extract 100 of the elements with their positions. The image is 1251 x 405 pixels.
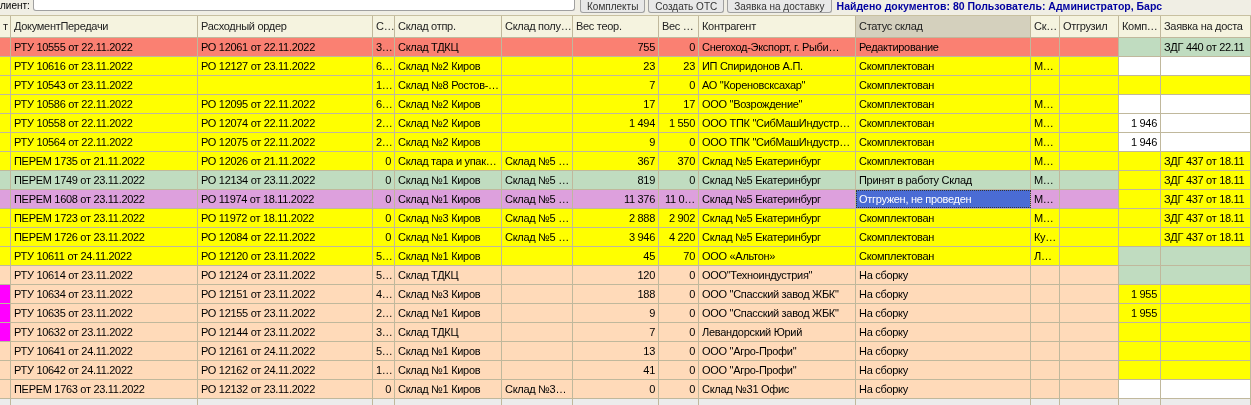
weight-cell: 17 [659,95,699,113]
column-header[interactable]: Расходный ордер [198,16,373,37]
table-row[interactable]: РТУ 10564 от 22.11.2022 РО 12075 от 22.11.2022 2… Склад №2 Киров 9 0 ООО ТПК "СибМашИндустр… Скомплектован М… 1 946 [0,133,1251,152]
table-row[interactable]: ПЕРЕМ 1735 от 21.11.2022 РО 12026 от 21.11.2022 0 Склад тара и упак… Склад №5 … 367 370 Склад №5 Екатеринбург Скомплектован М… ЗДГ 437 от 18.11 [0,152,1251,171]
order-cell: РО 12127 от 23.11.2022 [198,57,373,75]
order-cell: РО 12026 от 21.11.2022 [198,152,373,170]
table-row[interactable]: ПЕРЕМ 1749 от 23.11.2022 РО 12134 от 23.11.2022 0 Склад №1 Киров Склад №5 … 819 0 Склад №5 Екатеринбург Принят в работу Склад М… ЗДГ 437 от 18.11 [0,171,1251,190]
column-header[interactable]: Статус склад [856,16,1031,37]
document-cell: РТУ 10642 от 24.11.2022 [11,361,198,379]
counterparty-cell: Склад №5 Екатеринбург [699,228,856,246]
warehouse-cell: Склад ТДКЦ [395,266,502,284]
status-cell: На сборку [856,323,1031,341]
status-cell: На сборку [856,266,1031,284]
table-cell: 5… [373,247,395,265]
table-cell: 0 [373,190,395,208]
counterparty-cell: АО "Кореновсксахар" [699,76,856,94]
column-header[interactable]: Заявка на доста [1161,16,1251,37]
warehouse-cell: Склад №1 Киров [395,361,502,379]
status-cell: Скомплектован [856,133,1031,151]
warehouse-cell: Склад №2 Киров [395,95,502,113]
table-cell: 0 [373,209,395,227]
table-row[interactable]: РТУ 10555 от 22.11.2022 РО 12061 от 22.11.2022 3… Склад ТДКЦ 755 0 Снегоход-Экспорт, г. Рыби… Редактирование ЗДГ 440 от 22.11 [0,38,1251,57]
warehouse-cell: Склад №1 Киров [395,304,502,322]
column-header[interactable]: С… [373,16,395,37]
table-row[interactable]: РТУ 10634 от 23.11.2022 РО 12151 от 23.11.2022 4… Склад №3 Киров 188 0 ООО "Спасский завод ЖБК" На сборку 1 955 [0,285,1251,304]
weight-cell: 2 902 [659,209,699,227]
order-cell: РО 12151 от 23.11.2022 [198,285,373,303]
table-cell: М… [1031,133,1060,151]
weight-cell: 11 376 [573,190,659,208]
status-cell: Скомплектован [856,209,1031,227]
status-cell: На сборку [856,304,1031,322]
order-cell: РО 12124 от 23.11.2022 [198,266,373,284]
table-row[interactable]: РТУ 10616 от 23.11.2022 РО 12127 от 23.11.2022 6… Склад №2 Киров 23 23 ИП Спиридонов А.П. Скомплектован М… [0,57,1251,76]
order-cell: РО 12061 от 22.11.2022 [198,38,373,56]
table-cell: 2… [373,133,395,151]
weight-cell: 3 946 [573,228,659,246]
table-row[interactable]: РТУ 10543 от 23.11.2022 1… Склад №8 Ростов-… 7 0 АО "Кореновсксахар" Скомплектован [0,76,1251,95]
table-row[interactable]: РТУ 10632 от 23.11.2022 РО 12144 от 23.11.2022 3… Склад ТДКЦ 7 0 Левандорский Юрий На сборку [0,323,1251,342]
table-cell: М… [1031,209,1060,227]
counterparty-cell: Склад №5 Екатеринбург [699,171,856,189]
toolbar-button[interactable]: Заявка на доставку [727,0,832,13]
warehouse-cell: Склад №1 Киров [395,342,502,360]
request-cell: ЗДГ 437 от 18.11 [1161,152,1251,170]
column-header[interactable]: Отгрузил [1060,16,1119,37]
warehouse-cell: Склад №8 Ростов-… [395,76,502,94]
status-cell: На сборку [856,361,1031,379]
document-cell: ПЕРЕМ 1763 от 23.11.2022 [11,380,198,398]
column-header[interactable]: ДокументПередачи [11,16,198,37]
weight-cell: 45 [573,247,659,265]
column-header[interactable]: Вес … [659,16,699,37]
document-cell: РТУ 10564 от 22.11.2022 [11,133,198,151]
order-cell: РО 12084 от 22.11.2022 [198,228,373,246]
status-cell: Скомплектован [856,95,1031,113]
order-cell: РО 12155 от 23.11.2022 [198,304,373,322]
table-cell: 3… [373,38,395,56]
warehouse-cell: Склад №2 Киров [395,133,502,151]
weight-cell: 1 550 [659,114,699,132]
counterparty-cell: ООО "Агро-Профи" [699,361,856,379]
counterparty-cell: ООО "Спасский завод ЖБК" [699,304,856,322]
table-cell: М… [1031,171,1060,189]
request-cell: ЗДГ 437 от 18.11 [1161,228,1251,246]
document-cell: ПЕРЕМ 1735 от 21.11.2022 [11,152,198,170]
column-header[interactable]: т [0,16,11,37]
weight-cell: 70 [659,247,699,265]
status-cell: Скомплектован [856,152,1031,170]
weight-cell: 0 [659,266,699,284]
column-header[interactable]: Склад отпр. [395,16,502,37]
warehouse-cell: Склад №5 … [502,152,573,170]
status-cell: Скомплектован [856,247,1031,265]
table-row[interactable]: РТУ 10611 от 24.11.2022 РО 12120 от 23.11.2022 5… Склад №1 Киров 45 70 ООО «Альтон» Скомплектован Л… [0,247,1251,266]
column-header[interactable]: Комп… [1119,16,1161,37]
column-header[interactable]: Ск… [1031,16,1060,37]
toolbar-button[interactable]: Комплекты [580,0,646,13]
table-row[interactable]: ПЕРЕМ 1723 от 23.11.2022 РО 11972 от 18.11.2022 0 Склад №3 Киров Склад №5 … 2 888 2 902 Склад №5 Екатеринбург Скомплектован М… ЗДГ 437 от 18.11 [0,209,1251,228]
warehouse-cell: Склад №1 Киров [395,247,502,265]
column-header[interactable]: Склад полу… [502,16,573,37]
weight-cell: 819 [573,171,659,189]
table-row[interactable]: РТУ 10635 от 23.11.2022 РО 12155 от 23.11.2022 2… Склад №1 Киров 9 0 ООО "Спасский завод ЖБК" На сборку 1 955 [0,304,1251,323]
table-cell: 1 955 [1119,304,1161,322]
table-row[interactable]: РТУ 10558 от 22.11.2022 РО 12074 от 22.11.2022 2… Склад №2 Киров 1 494 1 550 ООО ТПК "СибМашИндустр… Скомплектован М… 1 946 [0,114,1251,133]
document-cell: РТУ 10632 от 23.11.2022 [11,323,198,341]
counterparty-cell: ООО ТПК "СибМашИндустр… [699,133,856,151]
table-row[interactable]: ПЕРЕМ 1608 от 23.11.2022 РО 11974 от 18.11.2022 0 Склад №1 Киров Склад №5 … 11 376 11 0… Склад №5 Екатеринбург Отгружен, не проведен М… ЗДГ 437 от 18.11 [0,190,1251,209]
counterparty-cell: ООО "Агро-Профи" [699,342,856,360]
table-row[interactable]: ПЕРЕМ 1763 от 23.11.2022 РО 12132 от 23.11.2022 0 Склад №1 Киров Склад №3… 0 0 Склад №31 Офис На сборку [0,380,1251,399]
table-row[interactable]: РТУ 10586 от 22.11.2022 РО 12095 от 22.11.2022 6… Склад №2 Киров 17 17 ООО "Возрождение" Скомплектован М… [0,95,1251,114]
input-field[interactable] [33,0,575,11]
table-row[interactable]: ПЕРЕМ 1726 от 23.11.2022 РО 12084 от 22.11.2022 0 Склад №1 Киров Склад №5 … 3 946 4 220 Склад №5 Екатеринбург Скомплектован Ку… ЗДГ 437 от 18.11 [0,228,1251,247]
weight-cell: 11 0… [659,190,699,208]
warehouse-cell: Склад №2 Киров [395,57,502,75]
table-row[interactable]: РТУ 10614 от 23.11.2022 РО 12124 от 23.11.2022 5… Склад ТДКЦ 120 0 ООО"Техноиндустрия" На сборку [0,266,1251,285]
toolbar-button[interactable]: Создать ОТС [648,0,725,13]
warehouse-cell: Склад №3… [502,380,573,398]
weight-cell: 17 [573,95,659,113]
table-row[interactable]: РТУ 10642 от 24.11.2022 РО 12162 от 24.11.2022 1… Склад №1 Киров 41 0 ООО "Агро-Профи" На сборку [0,361,1251,380]
column-header[interactable]: Вес теор. [573,16,659,37]
weight-cell: 0 [659,133,699,151]
table-row[interactable]: РТУ 10641 от 24.11.2022 РО 12161 от 24.11.2022 5… Склад №1 Киров 13 0 ООО "Агро-Профи" На сборку [0,342,1251,361]
table-cell: М… [1031,190,1060,208]
weight-cell: 2 888 [573,209,659,227]
